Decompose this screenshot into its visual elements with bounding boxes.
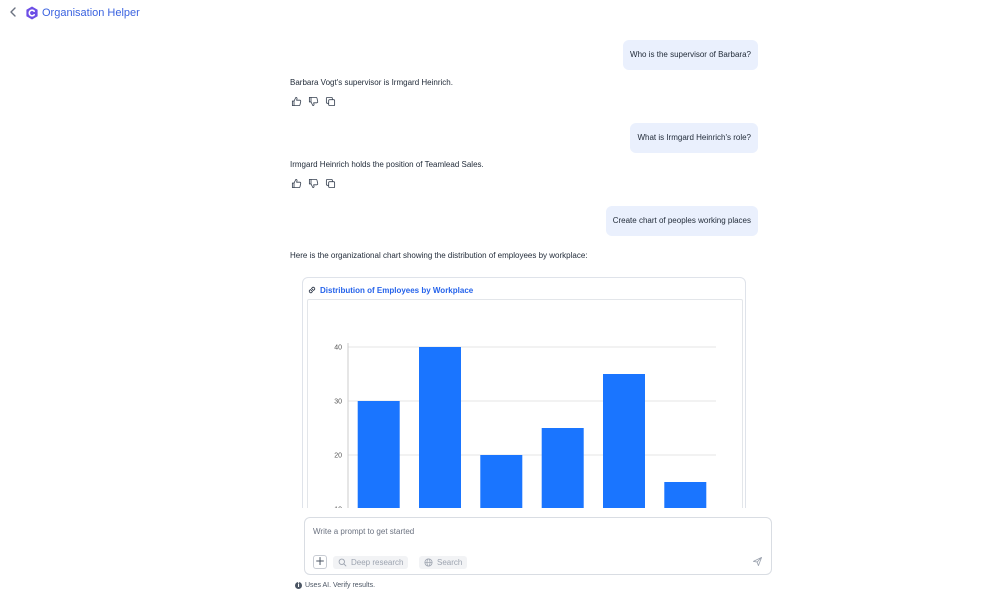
assistant-message: Irmgard Heinrich holds the position of T… xyxy=(290,160,484,169)
globe-icon xyxy=(424,558,433,567)
thumbs-up-icon[interactable] xyxy=(291,96,302,107)
thumbs-down-icon[interactable] xyxy=(308,96,319,107)
y-tick-label: 20 xyxy=(334,453,342,460)
user-message: What is Irmgard Heinrich's role? xyxy=(630,123,758,153)
plus-icon[interactable]: + xyxy=(313,555,327,569)
message-actions xyxy=(291,96,336,108)
copy-icon[interactable] xyxy=(325,96,336,107)
copy-icon[interactable] xyxy=(325,178,336,189)
chart-bar xyxy=(480,455,523,508)
bar-chart: 10 20 30 40 xyxy=(334,343,716,509)
chart-bar xyxy=(357,401,400,508)
chart-bar xyxy=(419,347,461,508)
assistant-message: Barbara Vogt's supervisor is Irmgard Hei… xyxy=(290,78,453,87)
prompt-composer: + Deep research Search xyxy=(304,517,772,575)
user-message: Who is the supervisor of Barbara? xyxy=(623,40,758,70)
deep-research-button[interactable]: Deep research xyxy=(333,556,409,569)
user-message: Create chart of peoples working places xyxy=(605,206,758,236)
y-tick-label: 10 xyxy=(334,507,342,509)
disclaimer-text: Uses AI. Verify results. xyxy=(305,581,376,589)
y-tick-label: 30 xyxy=(334,399,342,406)
prompt-input[interactable] xyxy=(313,525,753,537)
message-actions xyxy=(291,178,336,190)
ai-disclaimer: i Uses AI. Verify results. xyxy=(295,580,375,590)
chart-card-title: Distribution of Employees by Workplace xyxy=(320,285,474,295)
thumbs-up-icon[interactable] xyxy=(291,178,302,189)
info-icon: i xyxy=(295,581,302,589)
chart-bar xyxy=(603,374,645,508)
link-icon xyxy=(307,285,317,295)
chart-bar xyxy=(541,428,584,508)
thumbs-down-icon[interactable] xyxy=(308,178,319,189)
y-tick-label: 40 xyxy=(334,345,342,352)
chart-frame: 10 20 30 40 xyxy=(307,299,743,508)
search-icon xyxy=(338,558,347,567)
send-icon[interactable] xyxy=(752,556,764,568)
assistant-message: Here is the organizational chart showing… xyxy=(290,251,588,260)
chart-card: Distribution of Employees by Workplace 1… xyxy=(302,277,746,508)
chart-card-link[interactable]: Distribution of Employees by Workplace xyxy=(307,284,473,296)
chat-thread: Who is the supervisor of Barbara? Barbar… xyxy=(0,0,999,508)
search-toggle-button[interactable]: Search xyxy=(419,556,468,569)
deep-research-label: Deep research xyxy=(351,558,404,567)
chart-bar xyxy=(664,482,707,508)
search-toggle-label: Search xyxy=(437,558,463,567)
